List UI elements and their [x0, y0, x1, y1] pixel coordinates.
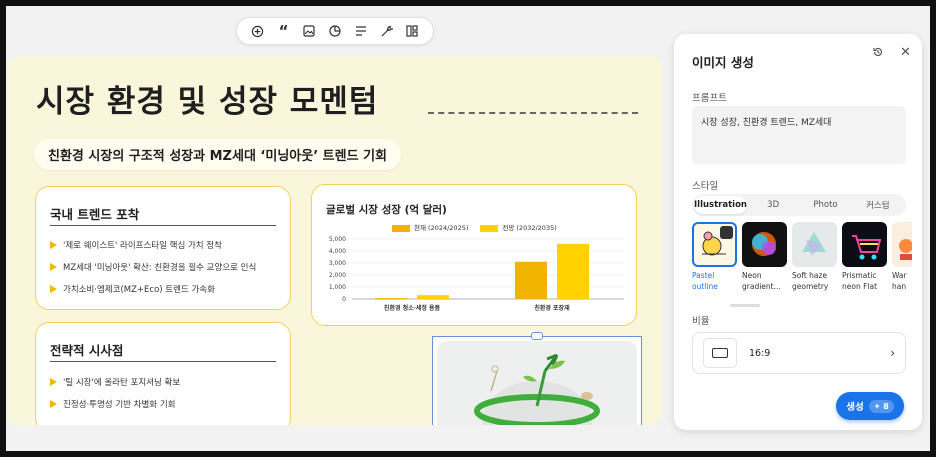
style-soft-haze-geometry[interactable]: Soft haze geometry	[792, 222, 838, 292]
ratio-selector[interactable]: 16:9 ›	[692, 332, 906, 374]
credit-badge: ✦ 8	[868, 399, 894, 413]
card-heading: 전략적 시사점	[50, 343, 124, 358]
card-rule	[50, 361, 276, 362]
align-icon[interactable]	[352, 22, 370, 40]
sparkle-icon: ✦	[873, 401, 881, 411]
bar	[375, 298, 407, 300]
style-thumbnail	[692, 222, 737, 267]
style-name: Neon gradient...	[742, 271, 781, 291]
style-label: 스타일	[692, 181, 719, 192]
bullet-icon	[50, 285, 57, 293]
bullet-icon	[50, 241, 57, 249]
image-icon[interactable]	[300, 22, 318, 40]
layout-icon[interactable]	[403, 22, 421, 40]
generated-image-frame[interactable]	[432, 332, 642, 425]
list-item: MZ세대 '미닝아웃' 확산: 친환경을 필수 교양으로 인식	[50, 261, 256, 273]
generate-button[interactable]: 생성 ✦ 8	[836, 392, 904, 420]
list-item: '틸 시장'에 올라탄 포지셔닝 확보	[50, 376, 180, 388]
bullet-icon	[50, 400, 57, 408]
app-frame: “ 시장 환경 및 성장 모멘텀 친환경 시장의 구조적 성장과 MZ세대 ‘미…	[6, 6, 930, 451]
tab-3d[interactable]: 3D	[747, 196, 799, 214]
image-generation-panel: 이미지 생성 ✕ 프롬프트 시장 성장, 친환경 트렌드, MZ세대 스타일 I…	[674, 34, 922, 430]
card-market-chart[interactable]: 글로벌 시장 성장 (억 달러) 현재 (2024/2025) 전망 (2032…	[311, 184, 637, 326]
style-thumbnail	[842, 222, 887, 267]
chart-pie-icon[interactable]	[326, 22, 344, 40]
magic-icon[interactable]	[377, 22, 395, 40]
slide-subtitle[interactable]: 친환경 시장의 구조적 성장과 MZ세대 ‘미닝아웃’ 트렌드 기회	[34, 139, 402, 170]
drag-handle[interactable]	[531, 332, 543, 340]
bar	[557, 243, 589, 299]
aspect-ratio-icon	[703, 338, 737, 368]
tab-custom[interactable]: 커스텀	[852, 196, 904, 214]
add-circle-icon[interactable]	[249, 22, 267, 40]
bar	[515, 261, 547, 299]
list-item: 가치소비·엠제코(MZ+Eco) 트렌드 가속화	[50, 283, 215, 295]
card-rule	[50, 225, 276, 226]
floating-toolbar: “	[236, 17, 434, 45]
style-name: Pastel outline	[692, 271, 718, 291]
x-category-label: 친환경 청소·세정 용품	[384, 304, 441, 312]
y-tick-label: 0	[342, 296, 346, 303]
style-thumbnail	[792, 222, 837, 267]
bullet-icon	[50, 263, 57, 271]
y-tick-label: 1,000	[329, 284, 346, 291]
y-tick-label: 4,000	[329, 248, 346, 255]
style-name: Soft haze geometry	[792, 271, 829, 291]
card-heading: 국내 트렌드 포착	[50, 207, 140, 222]
generated-image	[437, 341, 637, 425]
style-carousel[interactable]: Pastel outline Neon gradient... Soft haz…	[692, 222, 912, 302]
panel-title: 이미지 생성	[692, 55, 754, 70]
close-icon[interactable]: ✕	[900, 45, 911, 60]
x-category-label: 친환경 포장재	[534, 304, 570, 312]
prompt-label: 프롬프트	[692, 93, 727, 104]
carousel-scrollbar[interactable]	[730, 304, 760, 307]
style-pastel-outline[interactable]: Pastel outline	[692, 222, 738, 292]
bar-chart: 5,000 4,000 3,000 2,000 1,000 0 친환경 청소·세정 용품 친환…	[329, 236, 624, 312]
title-divider	[428, 112, 638, 114]
list-item: 진정성·투명성 기반 차별화 기회	[50, 398, 175, 410]
list-item: '제로 웨이스트' 라이프스타일 핵심 가치 정착	[50, 239, 222, 251]
style-name: War han	[892, 271, 907, 291]
slide-canvas[interactable]: 시장 환경 및 성장 모멘텀 친환경 시장의 구조적 성장과 MZ세대 ‘미닝아…	[8, 56, 662, 425]
style-warm[interactable]: War han	[892, 222, 912, 292]
y-tick-label: 5,000	[329, 236, 346, 243]
style-tabs: Illustration 3D Photo 커스텀	[692, 194, 906, 216]
card-domestic-trend[interactable]: 국내 트렌드 포착 '제로 웨이스트' 라이프스타일 핵심 가치 정착 MZ세대…	[35, 186, 291, 310]
chevron-right-icon: ›	[890, 346, 895, 360]
history-icon[interactable]	[872, 46, 884, 61]
quote-icon[interactable]: “	[275, 22, 293, 40]
y-tick-label: 2,000	[329, 272, 346, 279]
bar	[417, 295, 449, 299]
bullet-icon	[50, 378, 57, 386]
style-thumbnail	[742, 222, 787, 267]
tab-photo[interactable]: Photo	[799, 196, 851, 214]
ratio-label: 비율	[692, 316, 710, 327]
slide-title[interactable]: 시장 환경 및 성장 모멘텀	[36, 76, 378, 121]
style-prismatic-neon-flat[interactable]: Prismatic neon Flat	[842, 222, 888, 292]
y-tick-label: 3,000	[329, 260, 346, 267]
ratio-value: 16:9	[749, 347, 771, 359]
card-strategy[interactable]: 전략적 시사점 '틸 시장'에 올라탄 포지셔닝 확보 진정성·투명성 기반 차…	[35, 322, 291, 425]
style-thumbnail	[892, 222, 912, 267]
style-neon-gradient[interactable]: Neon gradient...	[742, 222, 788, 292]
tab-illustration[interactable]: Illustration	[694, 196, 747, 214]
generate-label: 생성	[846, 402, 864, 413]
prompt-input[interactable]: 시장 성장, 친환경 트렌드, MZ세대	[692, 106, 906, 164]
style-name: Prismatic neon Flat	[842, 271, 878, 291]
